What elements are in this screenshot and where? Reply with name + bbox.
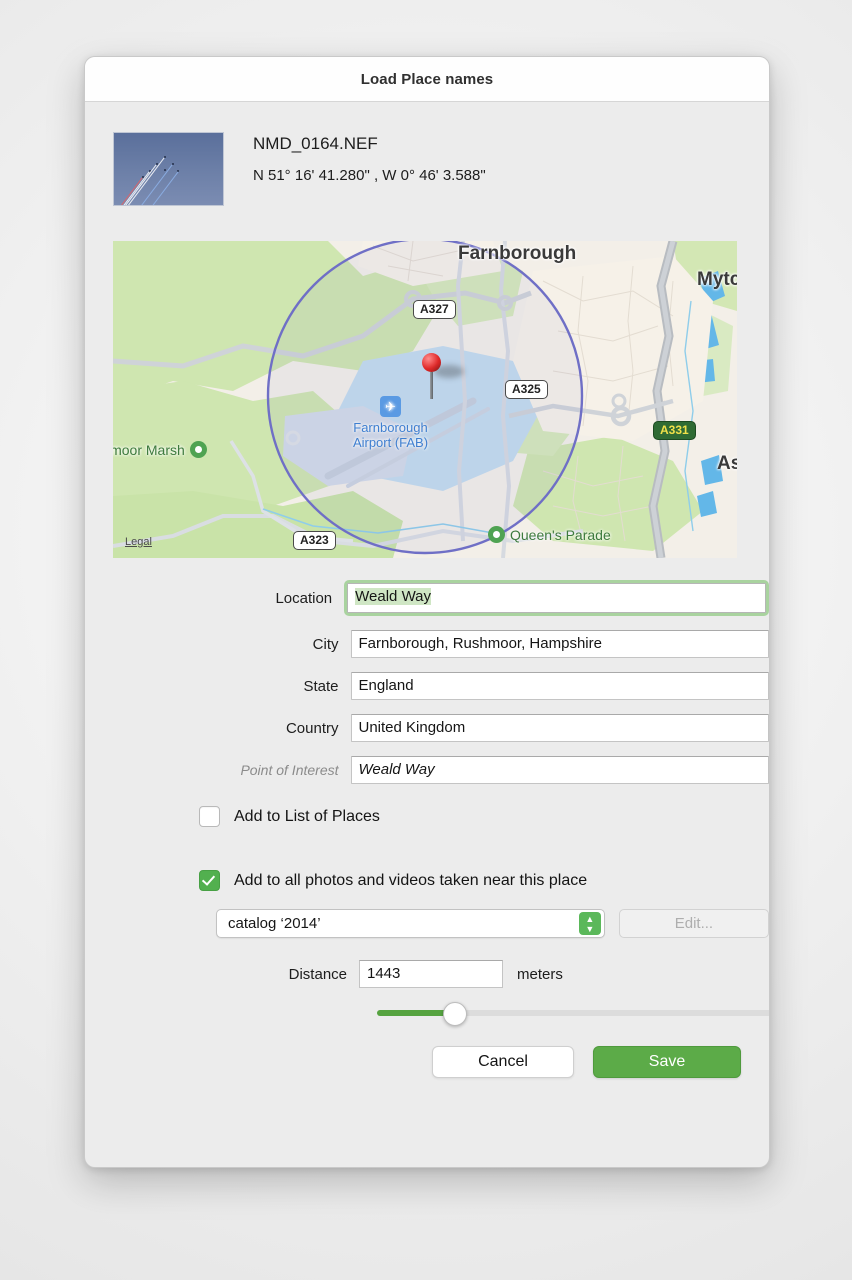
map-legal-link[interactable]: Legal bbox=[125, 536, 152, 548]
country-input[interactable]: United Kingdom bbox=[350, 714, 769, 742]
photo-header: NMD_0164.NEF N 51° 16' 41.280" , W 0° 46… bbox=[85, 102, 769, 206]
map-poi-queens-parade: Queen's Parade bbox=[488, 526, 611, 543]
catalog-select[interactable]: catalog ‘2014’ ▲ ▼ bbox=[216, 909, 605, 938]
dialog-footer: Cancel Save bbox=[85, 1016, 769, 1078]
add-to-list-row[interactable]: Add to List of Places bbox=[85, 806, 769, 827]
map-label-ash: As bbox=[717, 453, 737, 474]
road-shield-a331: A331 bbox=[653, 421, 696, 440]
distance-input[interactable]: 1443 bbox=[359, 960, 503, 988]
airplane-icon: ✈ bbox=[380, 396, 401, 417]
photo-coordinates: N 51° 16' 41.280" , W 0° 46' 3.588" bbox=[253, 167, 486, 184]
road-shield-a323: A323 bbox=[293, 531, 336, 550]
point-of-interest-label: Point of Interest bbox=[240, 762, 339, 778]
airport-name-line1: Farnborough bbox=[353, 420, 428, 435]
map-view[interactable]: Farnborough Mytc As A327 A325 A323 A331 … bbox=[113, 241, 737, 558]
road-shield-a325: A325 bbox=[505, 380, 548, 399]
location-field-focus-ring: Weald Way bbox=[344, 580, 769, 616]
point-of-interest-input[interactable]: Weald Way bbox=[350, 756, 769, 784]
distance-slider-fill bbox=[377, 1010, 449, 1016]
photo-filename: NMD_0164.NEF bbox=[253, 134, 378, 153]
location-label: Location bbox=[275, 589, 333, 607]
city-input[interactable]: Farnborough, Rushmoor, Hampshire bbox=[350, 630, 769, 658]
country-label: Country bbox=[285, 719, 339, 737]
form-row-state: State England bbox=[85, 672, 769, 700]
distance-unit-label: meters bbox=[517, 965, 563, 983]
dialog-titlebar: Load Place names bbox=[85, 57, 769, 102]
distance-label: Distance bbox=[288, 965, 347, 983]
airport-name-line2: Airport (FAB) bbox=[352, 435, 429, 450]
distance-slider[interactable] bbox=[377, 1002, 769, 1026]
photo-meta: NMD_0164.NEF N 51° 16' 41.280" , W 0° 46… bbox=[253, 132, 486, 184]
catalog-select-value: catalog ‘2014’ bbox=[228, 915, 321, 932]
map-poi-farnborough-airport: ✈ Farnborough Airport (FAB) bbox=[318, 396, 463, 450]
state-input[interactable]: England bbox=[350, 672, 769, 700]
park-dot-icon bbox=[488, 526, 505, 543]
map-pin-icon[interactable] bbox=[422, 353, 464, 399]
city-label: City bbox=[312, 635, 339, 653]
dialog-title: Load Place names bbox=[360, 70, 494, 88]
map-label-mytchett: Mytc bbox=[697, 269, 737, 290]
map-poi-queens-parade-label: Queen's Parade bbox=[510, 526, 611, 543]
form-row-country: Country United Kingdom bbox=[85, 714, 769, 742]
dialog-body: NMD_0164.NEF N 51° 16' 41.280" , W 0° 46… bbox=[85, 102, 769, 1078]
add-to-all-row[interactable]: Add to all photos and videos taken near … bbox=[85, 870, 769, 891]
chevron-updown-icon[interactable]: ▲ ▼ bbox=[578, 912, 601, 935]
catalog-row: catalog ‘2014’ ▲ ▼ Edit... bbox=[85, 909, 769, 938]
map-poi-marsh: lmoor Marsh bbox=[113, 441, 207, 458]
map-label-farnborough: Farnborough bbox=[458, 243, 577, 264]
park-dot-icon bbox=[189, 441, 207, 458]
state-label: State bbox=[303, 677, 339, 695]
distance-row: Distance 1443 meters bbox=[85, 960, 769, 988]
form-row-city: City Farnborough, Rushmoor, Hampshire bbox=[85, 630, 769, 658]
add-to-list-label: Add to List of Places bbox=[234, 807, 380, 825]
location-input-value: Weald Way bbox=[355, 588, 432, 605]
edit-button[interactable]: Edit... bbox=[618, 909, 769, 938]
cancel-button[interactable]: Cancel bbox=[432, 1046, 574, 1078]
place-form: Location Weald Way City Farnborough, Rus… bbox=[85, 580, 769, 784]
add-to-all-checkbox[interactable] bbox=[199, 870, 220, 891]
map-poi-marsh-label: lmoor Marsh bbox=[113, 441, 185, 458]
load-place-names-dialog: Load Place names NMD_0164.NEF N 51° 16' … bbox=[84, 56, 770, 1168]
form-row-point-of-interest: Point of Interest Weald Way bbox=[85, 756, 769, 784]
location-input[interactable]: Weald Way bbox=[347, 583, 766, 613]
save-button[interactable]: Save bbox=[593, 1046, 741, 1078]
add-to-all-label: Add to all photos and videos taken near … bbox=[234, 871, 588, 889]
form-row-location: Location Weald Way bbox=[85, 580, 769, 616]
road-shield-a327: A327 bbox=[413, 300, 456, 319]
add-to-list-checkbox[interactable] bbox=[199, 806, 220, 827]
photo-thumbnail bbox=[113, 132, 224, 206]
